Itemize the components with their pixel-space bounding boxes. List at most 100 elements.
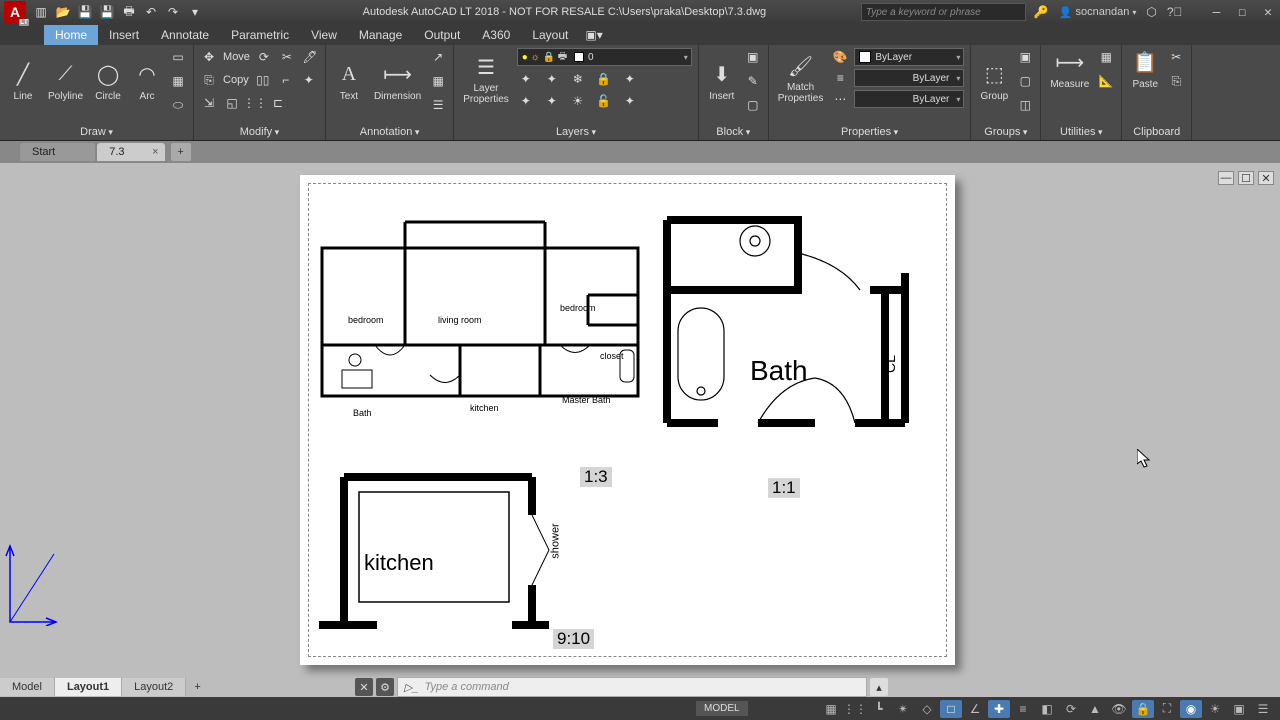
signin-icon[interactable]: 🔑: [1034, 5, 1049, 19]
linetype-dropdown[interactable]: ByLayer: [854, 90, 964, 108]
block-create-icon[interactable]: ▣: [744, 48, 762, 66]
panel-utilities-label[interactable]: Utilities: [1060, 126, 1102, 138]
app-logo[interactable]: A: [4, 1, 26, 23]
explode-icon[interactable]: ✦: [300, 71, 318, 89]
layer-iso-icon[interactable]: ✦: [517, 70, 535, 88]
tab-view[interactable]: View: [300, 25, 348, 45]
cmd-close-icon[interactable]: ✕: [355, 678, 373, 696]
move-icon[interactable]: ✥: [200, 48, 218, 66]
viewport-max-icon[interactable]: ⛶: [1156, 700, 1178, 718]
block-edit-icon[interactable]: ✎: [744, 72, 762, 90]
panel-properties-label[interactable]: Properties: [841, 126, 898, 138]
help-icon[interactable]: ?⃝: [1167, 5, 1183, 19]
layer-thaw-icon[interactable]: ☀: [569, 92, 587, 110]
tab-a360[interactable]: A360: [471, 25, 521, 45]
ungroup-icon[interactable]: ▣: [1016, 48, 1034, 66]
layout-tab-layout1[interactable]: Layout1: [55, 678, 122, 696]
layout-tab-model[interactable]: Model: [0, 678, 55, 696]
insert-block-button[interactable]: ⬇Insert: [705, 61, 739, 102]
dimension-button[interactable]: ⟼Dimension: [371, 61, 424, 102]
add-layout-button[interactable]: +: [186, 678, 208, 696]
tab-layout[interactable]: Layout: [521, 25, 579, 45]
command-input[interactable]: ▷_Type a command: [397, 677, 867, 697]
qat-dropdown-icon[interactable]: ▾: [186, 3, 204, 21]
copy-icon[interactable]: ⎘: [200, 71, 218, 89]
stretch-icon[interactable]: ⇲: [200, 94, 218, 112]
move-button[interactable]: Move: [223, 51, 250, 63]
polar-icon[interactable]: ✴: [892, 700, 914, 718]
erase-icon[interactable]: 🖊: [301, 48, 319, 66]
layer-off-icon[interactable]: ✦: [543, 70, 561, 88]
close-tab-icon[interactable]: ×: [152, 146, 158, 158]
isodraft-icon[interactable]: ◇: [916, 700, 938, 718]
drawing-canvas[interactable]: — ☐ ✕: [0, 163, 1280, 674]
doc-max-button[interactable]: ☐: [1238, 171, 1254, 185]
space-toggle[interactable]: MODEL: [696, 701, 748, 716]
layer-unlock-icon[interactable]: 🔓: [595, 92, 613, 110]
layer-match-icon[interactable]: ✦: [621, 70, 639, 88]
text-button[interactable]: AText: [332, 61, 366, 102]
offset-icon[interactable]: ⊏: [269, 94, 287, 112]
fillet-icon[interactable]: ⌐: [277, 71, 295, 89]
cmd-custom-icon[interactable]: ⚙: [376, 678, 394, 696]
grid-icon[interactable]: ▦: [820, 700, 842, 718]
copy-clip-icon[interactable]: ⎘: [1167, 72, 1185, 90]
copy-button[interactable]: Copy: [223, 74, 249, 86]
tab-parametric[interactable]: Parametric: [220, 25, 300, 45]
customize-icon[interactable]: ☰: [1252, 700, 1274, 718]
close-button[interactable]: ✕: [1264, 5, 1272, 20]
snap-icon[interactable]: ⋮⋮: [844, 700, 866, 718]
color-swatch-icon[interactable]: 🎨: [831, 48, 849, 66]
array-icon[interactable]: ⋮⋮: [246, 94, 264, 112]
hatch-icon[interactable]: ▦: [169, 72, 187, 90]
layer-prev-icon[interactable]: ✦: [621, 92, 639, 110]
redo-icon[interactable]: ↷: [164, 3, 182, 21]
new-doc-tab-button[interactable]: +: [171, 143, 191, 161]
doc-close-button[interactable]: ✕: [1258, 171, 1274, 185]
help-search-input[interactable]: Type a keyword or phrase: [861, 3, 1026, 21]
scale-icon[interactable]: ◱: [223, 94, 241, 112]
lineweight-dropdown[interactable]: ByLayer: [854, 69, 964, 87]
clean-screen-icon[interactable]: ▣: [1228, 700, 1250, 718]
doc-min-button[interactable]: —: [1218, 171, 1234, 185]
panel-annotation-label[interactable]: Annotation: [360, 126, 420, 138]
layer-lock-icon[interactable]: 🔒: [595, 70, 613, 88]
rotate-icon[interactable]: ⟳: [255, 48, 273, 66]
group-edit-icon[interactable]: ▢: [1016, 72, 1034, 90]
saveas-icon[interactable]: 💾: [98, 3, 116, 21]
transparency-icon[interactable]: ◧: [1036, 700, 1058, 718]
panel-modify-label[interactable]: Modify: [240, 126, 279, 138]
paper-space[interactable]: bedroom living room bedroom closet kitch…: [300, 175, 955, 665]
open-icon[interactable]: 📂: [54, 3, 72, 21]
ribbon-overflow-icon[interactable]: ▣▾: [579, 25, 608, 45]
doc-tab-file[interactable]: 7.3×: [97, 143, 164, 161]
tab-insert[interactable]: Insert: [98, 25, 150, 45]
print-icon[interactable]: 🖶: [120, 3, 138, 21]
dynamic-input-icon[interactable]: ✚: [988, 700, 1010, 718]
block-attr-icon[interactable]: ▢: [744, 96, 762, 114]
rectangle-icon[interactable]: ▭: [169, 48, 187, 66]
tab-output[interactable]: Output: [413, 25, 471, 45]
leader-icon[interactable]: ↗: [429, 48, 447, 66]
exchange-icon[interactable]: ⬡: [1146, 5, 1156, 19]
polyline-button[interactable]: ⟋Polyline: [45, 61, 86, 102]
paste-button[interactable]: 📋Paste: [1128, 49, 1162, 90]
panel-draw-label[interactable]: Draw: [80, 126, 113, 138]
ortho-icon[interactable]: ┗: [868, 700, 890, 718]
mtext-icon[interactable]: ☰: [429, 96, 447, 114]
new-icon[interactable]: ▥: [32, 3, 50, 21]
hardware-accel-icon[interactable]: ◉: [1180, 700, 1202, 718]
trim-icon[interactable]: ✂: [278, 48, 296, 66]
arc-button[interactable]: ◠Arc: [130, 61, 164, 102]
isolate-icon[interactable]: ☀: [1204, 700, 1226, 718]
otrack-icon[interactable]: ∠: [964, 700, 986, 718]
tab-manage[interactable]: Manage: [348, 25, 413, 45]
quickcalc-icon[interactable]: 📐: [1097, 72, 1115, 90]
annotation-scale-icon[interactable]: ▲: [1084, 700, 1106, 718]
current-layer-dropdown[interactable]: ● ☼ 🔒 🖶 0: [517, 48, 692, 66]
selection-cycling-icon[interactable]: ⟳: [1060, 700, 1082, 718]
osnap-icon[interactable]: □: [940, 700, 962, 718]
panel-layers-label[interactable]: Layers: [556, 126, 596, 138]
mirror-icon[interactable]: ▯▯: [254, 71, 272, 89]
group-button[interactable]: ⬚Group: [977, 61, 1011, 102]
